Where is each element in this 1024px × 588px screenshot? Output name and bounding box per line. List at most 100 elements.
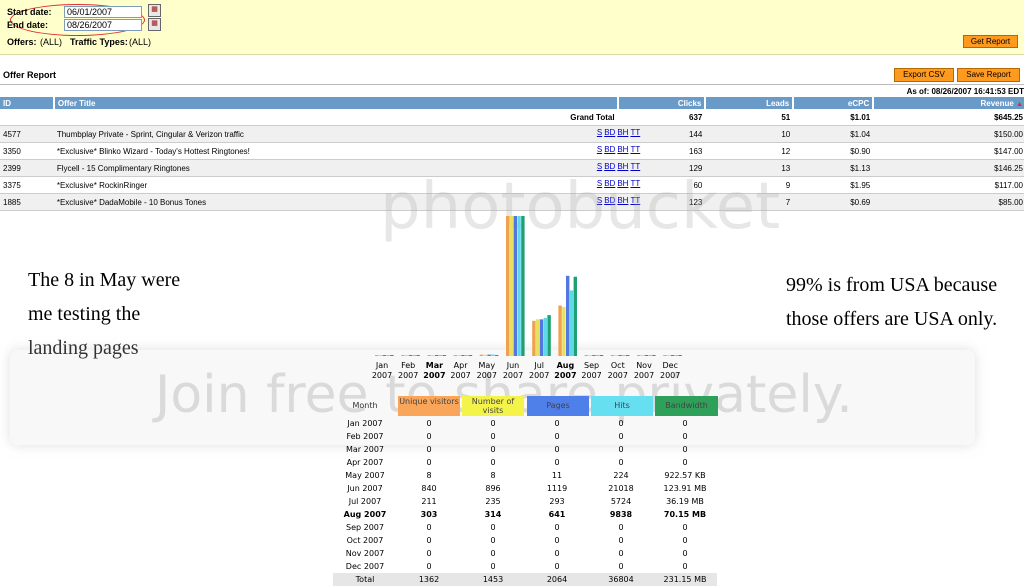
chart-bar [610, 355, 615, 356]
page-title: Offer Report [3, 70, 57, 80]
chart-bar [678, 355, 682, 356]
grand-total-row: Grand Total 637 51 $1.01 $645.25 [0, 109, 1024, 126]
grand-total-revenue: $645.25 [873, 109, 1024, 126]
end-date-input[interactable] [64, 19, 142, 31]
chart-bar [491, 354, 495, 356]
calendar-icon[interactable]: ▦ [148, 4, 161, 17]
traffic-types-label: Traffic Types: [70, 37, 128, 47]
annotation-left: The 8 in May were me testing the landing… [28, 263, 180, 365]
stats-hits: 224 [613, 471, 629, 480]
chart-bar [566, 275, 570, 356]
offer-link-bh[interactable]: BH [617, 145, 628, 154]
start-date-label: Start date: [7, 7, 52, 17]
table-row: 1885 *Exclusive* DadaMobile - 10 Bonus To… [0, 193, 1024, 211]
offer-link-bd[interactable]: BD [604, 196, 615, 205]
chart-month-year: 2007 [529, 371, 550, 380]
annotation-left-line2: me testing the [28, 303, 141, 325]
stats-header-hits: Hits [591, 396, 653, 416]
offer-link-s[interactable]: S [597, 128, 602, 137]
chart-bar [536, 319, 540, 356]
offer-link-bh[interactable]: BH [617, 162, 628, 171]
chart-bar [435, 355, 439, 356]
offer-link-bh[interactable]: BH [617, 196, 628, 205]
save-report-button[interactable]: Save Report [957, 68, 1020, 82]
stats-unique-visitors: 840 [421, 484, 437, 493]
chart-bar [543, 317, 547, 356]
stats-bandwidth: 0 [682, 536, 688, 545]
chart-month-label: Aug 2007 [551, 361, 579, 381]
start-date-input[interactable] [64, 6, 142, 18]
offer-link-bd[interactable]: BD [604, 162, 615, 171]
offer-title[interactable]: Flycell - 15 Complimentary Ringtones [57, 164, 190, 173]
offer-title[interactable]: *Exclusive* Blinko Wizard - Today's Hott… [57, 147, 250, 156]
column-header-ecpc[interactable]: eCPC [793, 97, 875, 109]
calendar-icon[interactable]: ▦ [148, 18, 161, 31]
stats-bandwidth: 922.57 KB [664, 471, 706, 480]
stats-month: Mar 2007 [346, 445, 384, 454]
stats-pages: 0 [554, 458, 560, 467]
stats-header-month: Month [352, 401, 378, 410]
stats-header-bandwidth: Bandwidth [655, 396, 718, 416]
chart-bar [378, 355, 383, 356]
offer-link-bh[interactable]: BH [617, 179, 628, 188]
stats-visits: 896 [485, 484, 501, 493]
chart-month-label: May 2007 [473, 361, 501, 381]
export-csv-button[interactable]: Export CSV [894, 68, 954, 82]
offer-revenue: $146.25 [873, 159, 1024, 177]
offer-link-s[interactable]: S [597, 162, 602, 171]
column-header-revenue[interactable]: Revenue ▲ [873, 97, 1024, 109]
get-report-button[interactable]: Get Report [963, 35, 1018, 48]
chart-bar [427, 355, 431, 356]
offer-title[interactable]: *Exclusive* RockinRinger [57, 181, 147, 190]
table-row: Dec 2007 0 0 0 0 0 [333, 560, 717, 573]
column-header-offer-title[interactable]: Offer Title [53, 97, 619, 109]
chart-bar [412, 355, 416, 356]
table-row: 4577 Thumbplay Private - Sprint, Cingular… [0, 125, 1024, 143]
table-row: Mar 2007 0 0 0 0 0 [333, 443, 717, 456]
chart-month-name: Apr [453, 361, 468, 370]
offer-link-bh[interactable]: BH [617, 128, 628, 137]
column-header-clicks[interactable]: Clicks [617, 97, 707, 109]
column-header-revenue-label: Revenue [980, 98, 1014, 108]
stats-month: Total [333, 573, 397, 586]
offers-value[interactable]: (ALL) [40, 37, 62, 47]
offer-link-tt[interactable]: TT [630, 196, 640, 205]
chart-month-label: Jul 2007 [525, 361, 553, 381]
offer-link-tt[interactable]: TT [630, 145, 640, 154]
stats-hits: 0 [618, 536, 624, 545]
offer-link-s[interactable]: S [597, 179, 602, 188]
chart-bar [506, 216, 510, 356]
stats-pages: 0 [554, 523, 560, 532]
offer-link-s[interactable]: S [597, 196, 602, 205]
column-header-leads[interactable]: Leads [705, 97, 795, 109]
offer-link-bd[interactable]: BD [604, 145, 615, 154]
chart-bar [592, 355, 596, 356]
chart-bar [386, 355, 390, 356]
offer-title[interactable]: Thumbplay Private - Sprint, Cingular & V… [57, 130, 244, 139]
chart-bar [640, 355, 645, 356]
chart-bar [596, 355, 600, 356]
offer-link-tt[interactable]: TT [630, 128, 640, 137]
chart-month-label: Jan 2007 [368, 361, 396, 381]
chart-month-year: 2007 [554, 371, 577, 380]
offer-id: 1885 [0, 193, 54, 211]
column-header-id[interactable]: ID [0, 97, 55, 109]
stats-hits: 0 [618, 562, 624, 571]
offer-link-tt[interactable]: TT [630, 179, 640, 188]
chart-bar [438, 355, 443, 356]
chart-bar [509, 216, 514, 356]
offer-link-bd[interactable]: BD [604, 179, 615, 188]
chart-bar [442, 355, 446, 356]
offer-link-bd[interactable]: BD [604, 128, 615, 137]
offer-links: S BD BH TT [597, 179, 642, 188]
chart-bar [626, 355, 630, 356]
offer-title[interactable]: *Exclusive* DadaMobile - 10 Bonus Tones [57, 198, 206, 207]
offer-revenue: $150.00 [873, 125, 1024, 143]
filter-bar: Start date: ▦ End date: ▦ Offers: (ALL) … [0, 0, 1024, 55]
stats-bandwidth: 0 [682, 445, 688, 454]
offer-leads: 10 [705, 125, 794, 143]
end-date-label: End date: [7, 20, 49, 30]
offer-link-tt[interactable]: TT [630, 162, 640, 171]
offer-link-s[interactable]: S [597, 145, 602, 154]
traffic-types-value[interactable]: (ALL) [129, 37, 151, 47]
